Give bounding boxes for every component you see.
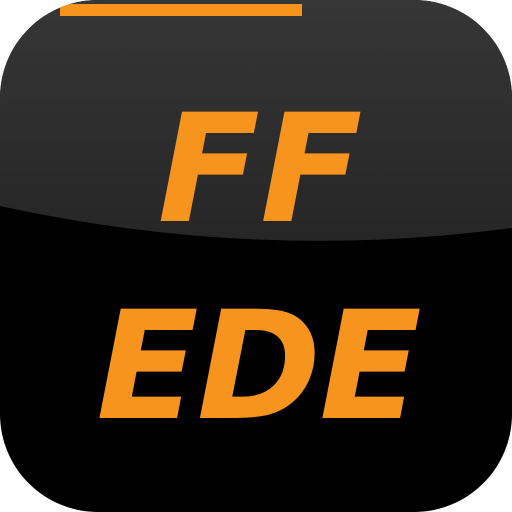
icon-label-line2: EDE bbox=[96, 280, 421, 454]
icon-accent-stripe bbox=[60, 4, 302, 16]
app-icon[interactable]: FF EDE bbox=[0, 0, 512, 512]
icon-label-line1: FF bbox=[157, 83, 363, 257]
